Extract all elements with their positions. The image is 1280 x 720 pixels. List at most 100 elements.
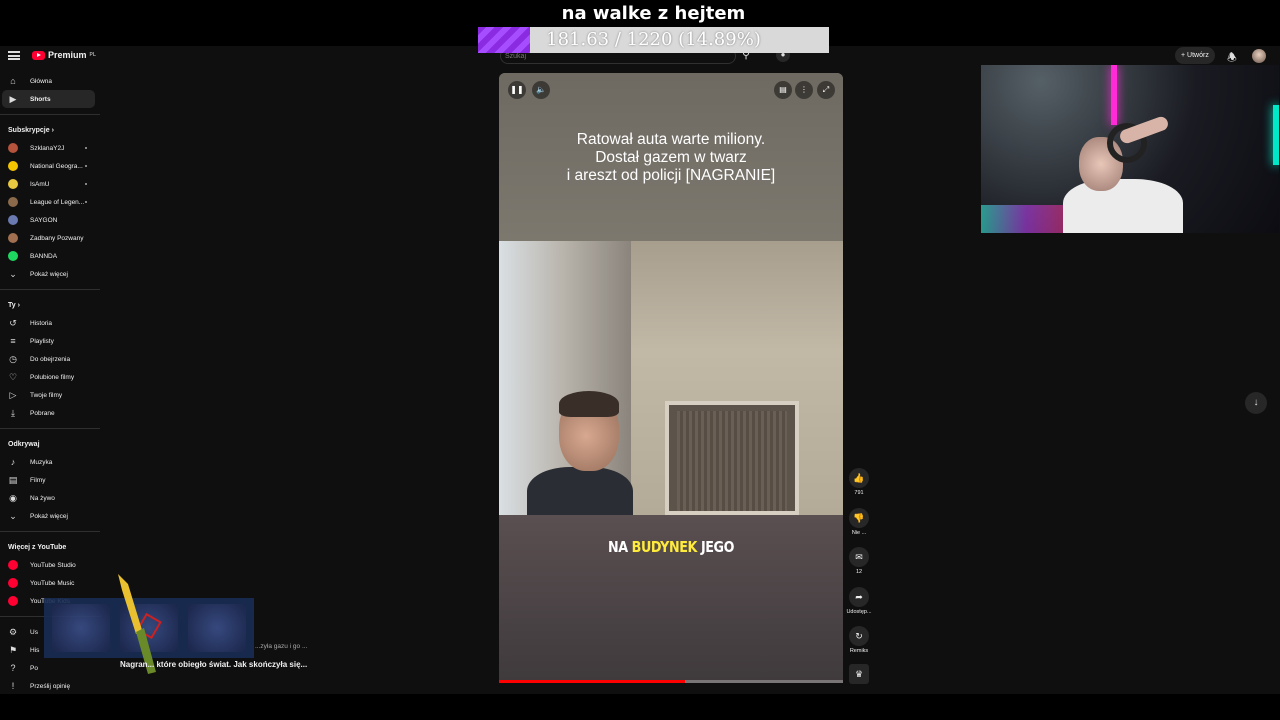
sidebar-item[interactable]: IsAmU [0,175,101,193]
channel-avatar [8,596,18,606]
sidebar-item[interactable]: ◷ Do obejrzenia [0,350,101,368]
channel-avatar [8,143,18,153]
comments-icon[interactable]: ✉ [849,547,869,567]
shorts-icon: ▶ [9,94,17,104]
comments-count: 12 [855,569,863,575]
short-progress-fill [499,680,685,683]
building-door [665,401,799,515]
chevron-right-icon: › [17,301,20,309]
sidebar-item-label: Na żywo [30,494,55,502]
sidebar-item-label: Shorts [30,95,51,103]
sidebar-item-label: Twoje filmy [30,391,63,399]
short-caption-panel: NA BUDYNEK JEGO [499,515,843,683]
notification-title[interactable]: Nagran... które obiegło świat. Jak skońc… [120,660,307,669]
like-count: 791 [854,490,864,496]
you-list: ↺ Historia ≡ Playlisty ◷ Do obejrzenia ♡ Polubi… [0,314,101,422]
sidebar-item[interactable]: SzklanaY2J [0,139,101,157]
create-button[interactable]: + Utwórz [1175,47,1215,64]
sidebar-item[interactable]: YouTube Studio [0,556,101,574]
channel-avatar [8,215,18,225]
more-options-icon[interactable]: ⋮ [795,81,813,99]
sidebar-item[interactable]: Zadbany Pozwany [0,229,101,247]
goal-progress-bar: 181.63 / 1220 (14.89%) [478,27,829,53]
bottom-letterbox [0,694,1280,720]
sidebar-item-show-more-explore[interactable]: ⌄ Pokaż więcej [0,507,101,525]
sidebar-item-shorts[interactable]: ▶ Shorts [2,90,95,108]
account-avatar[interactable] [1252,49,1266,63]
sidebar-item[interactable]: National Geogra... [0,157,101,175]
sidebar-item[interactable]: ▤ Filmy [0,471,101,489]
sidebar-item-label: Główna [30,77,53,85]
skin-card [188,604,246,652]
sidebar-item-label: YouTube Studio [30,561,76,569]
sidebar-item-label: Do obejrzenia [30,355,71,363]
channel-avatar [8,578,18,588]
music-icon: ♪ [10,457,16,467]
short-progress-bar[interactable] [499,680,843,683]
pause-icon[interactable]: ❚❚ [508,81,526,99]
subscriptions-heading-label: Subskrypcje [8,126,50,134]
sidebar-item-label: Playlisty [30,337,54,345]
sidebar-item-label: YouTube Music [30,579,75,587]
volume-icon[interactable]: 🔈 [532,81,550,99]
share-icon[interactable]: ➦ [849,587,869,607]
sidebar-divider [0,428,100,429]
sidebar-item[interactable]: ♪ Muzyka [0,453,101,471]
your-videos-icon: ▷ [9,390,17,400]
sidebar-item-label: National Geogra... [30,162,83,170]
next-short-arrow-icon[interactable]: ↓ [1245,392,1267,414]
short-video-frame [499,241,843,527]
menu-icon[interactable] [8,50,20,60]
subscriptions-list: SzklanaY2J National Geogra... IsAmU League … [0,139,101,265]
sidebar-item-show-more-subs[interactable]: ⌄ Pokaż więcej [0,265,101,283]
short-caption: NA BUDYNEK JEGO [525,538,817,556]
channel-avatar [8,179,18,189]
sound-thumbnail-icon[interactable]: ♛ [849,664,869,684]
remix-icon[interactable]: ↻ [849,626,869,646]
shorts-player[interactable]: Ratował auta warte miliony. Dostał gazem … [499,73,843,683]
live-icon: ◉ [9,493,17,503]
fullscreen-icon[interactable]: ⤢ [817,81,835,99]
channel-avatar [8,233,18,243]
plus-icon: + [1181,52,1186,59]
sidebar-item[interactable]: ≡ Playlisty [0,332,101,350]
sidebar-item-label: Pokaż więcej [30,270,68,278]
sidebar-divider [0,531,100,532]
sidebar-item[interactable]: ♡ Polubione filmy [0,368,101,386]
watch-later-icon: ◷ [9,354,17,364]
sidebar-item-label: SzklanaY2J [30,144,65,152]
like-icon[interactable]: 👍 [849,468,869,488]
chevron-right-icon: › [51,126,54,134]
sidebar-item[interactable]: ⤓ Pobrane [0,404,101,422]
dislike-icon[interactable]: 👎 [849,508,869,528]
sidebar-item[interactable]: SAYGON [0,211,101,229]
live-dot-icon [85,183,87,185]
caption-text: JEGO [696,538,735,556]
chevron-down-icon: ⌄ [9,269,17,279]
live-dot-icon [85,165,87,167]
sidebar-item-label: BANNDA [30,252,58,260]
you-heading[interactable]: Ty › [0,296,101,314]
masthead-left: Premium PL [8,50,96,60]
sidebar-item-label: Pobrane [30,409,55,417]
sidebar-item[interactable]: League of Legen... [0,193,101,211]
sidebar-item[interactable]: ◉ Na żywo [0,489,101,507]
youtube-premium-logo[interactable]: Premium PL [32,50,96,60]
sidebar-item[interactable]: BANNDA [0,247,101,265]
sidebar-item-home[interactable]: ⌂ Główna [0,72,101,90]
sidebar-item[interactable]: ? Po [0,659,101,677]
sidebar-item[interactable]: ! Prześlij opinię [0,677,101,695]
sidebar-item[interactable]: ↺ Historia [0,314,101,332]
remix-label: Remiks [849,648,869,654]
sidebar-item[interactable]: YouTube Music [0,574,101,592]
sidebar-item[interactable]: ▷ Twoje filmy [0,386,101,404]
flag-icon: ⚑ [8,645,18,655]
like-icon: ♡ [8,372,18,382]
more-from-youtube-heading: Więcej z YouTube [8,543,67,551]
playlist-icon: ≡ [10,336,16,346]
captions-icon[interactable]: ▤ [774,81,792,99]
subscriptions-heading[interactable]: Subskrypcje › [0,121,101,139]
skin-card [52,604,110,652]
create-label: Utwórz [1187,52,1209,59]
sidebar-item-label: Historia [30,319,53,327]
